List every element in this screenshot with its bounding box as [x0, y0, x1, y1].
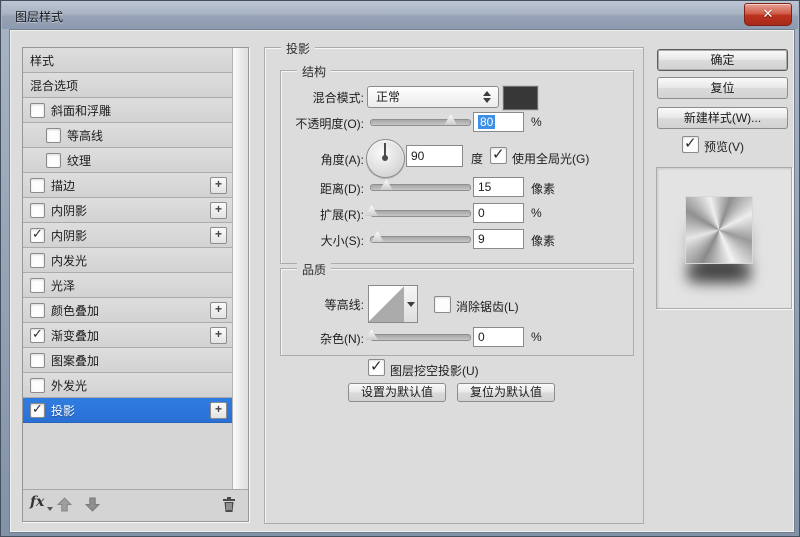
effect-label: 内发光 [51, 253, 88, 268]
global-light-label: 使用全局光(G) [512, 152, 590, 166]
effect-checkbox[interactable] [46, 152, 61, 168]
spread-unit: % [531, 206, 542, 220]
spread-input[interactable]: 0 [473, 203, 524, 223]
sidebar-item-inner-glow[interactable]: 内发光 [23, 248, 233, 273]
effect-checkbox[interactable] [30, 177, 45, 193]
global-light-checkbox[interactable] [490, 145, 507, 164]
size-label: 大小(S): [320, 234, 364, 248]
noise-label: 杂色(N): [320, 332, 364, 346]
sidebar-item-styles[interactable]: 样式 [23, 48, 233, 73]
noise-slider[interactable] [365, 329, 471, 341]
opacity-unit: % [531, 115, 542, 129]
preview-label: 预览(V) [704, 140, 744, 154]
add-effect-icon[interactable]: + [210, 401, 227, 419]
contour-picker[interactable] [368, 285, 418, 323]
effect-checkbox[interactable] [30, 102, 45, 118]
reset-button[interactable]: 复位 [657, 77, 788, 99]
opacity-input[interactable]: 80 [473, 112, 524, 132]
panel-title: 投影 [281, 40, 316, 57]
sidebar-item-outer-glow[interactable]: 外发光 [23, 373, 233, 398]
dialog-body: 样式混合选项斜面和浮雕等高线纹理描边+内阴影+内阴影+内发光光泽颜色叠加+渐变叠… [9, 29, 795, 533]
antialias-checkbox[interactable] [434, 296, 451, 313]
layer-knockout-label: 图层挖空投影(U) [390, 364, 479, 378]
move-effect-up-icon[interactable] [57, 497, 72, 512]
chevron-down-icon [407, 302, 415, 307]
move-effect-down-icon[interactable] [85, 497, 100, 512]
spread-label: 扩展(R): [320, 208, 364, 222]
sidebar-item-pattern-overlay[interactable]: 图案叠加 [23, 348, 233, 373]
size-unit: 像素 [531, 234, 556, 248]
effect-checkbox[interactable] [30, 352, 45, 368]
opacity-label: 不透明度(O): [295, 117, 364, 131]
contour-label: 等高线: [324, 298, 364, 312]
effect-label: 光泽 [51, 278, 76, 293]
spread-slider[interactable] [365, 205, 471, 217]
preview-thumbnail [685, 196, 753, 264]
distance-label: 距离(D): [320, 182, 364, 196]
distance-input[interactable]: 15 [473, 177, 524, 197]
blend-mode-select[interactable]: 正常 [367, 86, 499, 108]
effect-checkbox[interactable] [30, 277, 45, 293]
contour-thumbnail [369, 286, 405, 322]
effect-label: 外发光 [51, 378, 88, 393]
chevron-down-icon [47, 507, 53, 511]
noise-unit: % [531, 330, 542, 344]
style-preview-panel [656, 167, 792, 309]
structure-legend: 结构 [297, 63, 332, 80]
preview-checkbox[interactable] [682, 134, 699, 153]
effect-checkbox[interactable] [30, 377, 45, 393]
quality-legend: 品质 [297, 261, 332, 278]
effect-label: 样式 [30, 53, 55, 68]
close-icon[interactable]: ✕ [744, 3, 792, 26]
noise-input[interactable]: 0 [473, 327, 524, 347]
updown-arrows-icon [483, 91, 491, 103]
layer-style-dialog: 图层样式 ✕ 样式混合选项斜面和浮雕等高线纹理描边+内阴影+内阴影+内发光光泽颜… [0, 0, 800, 537]
titlebar[interactable]: 图层样式 ✕ [2, 1, 798, 29]
make-default-button[interactable]: 设置为默认值 [348, 383, 446, 402]
dialog-title: 图层样式 [15, 10, 64, 24]
sidebar-toolbar: fx [23, 489, 248, 521]
effect-checkbox[interactable] [30, 326, 45, 343]
distance-unit: 像素 [531, 182, 556, 196]
angle-label: 角度(A): [320, 153, 364, 167]
effect-checkbox[interactable] [30, 302, 45, 318]
preview-drop-shadow [687, 264, 751, 282]
contour-dropdown-button[interactable] [404, 286, 417, 322]
antialias-label: 消除锯齿(L) [456, 300, 519, 314]
size-input[interactable]: 9 [473, 229, 524, 249]
ok-button[interactable]: 确定 [657, 49, 788, 71]
effect-label: 投影 [51, 403, 76, 418]
new-style-button[interactable]: 新建样式(W)... [657, 107, 788, 129]
effect-checkbox[interactable] [46, 127, 61, 143]
size-slider[interactable] [370, 231, 471, 243]
fx-menu-button[interactable]: fx [30, 494, 44, 510]
angle-dial[interactable] [366, 139, 405, 178]
shadow-color-swatch[interactable] [503, 86, 538, 110]
effect-label: 图案叠加 [51, 353, 100, 368]
opacity-slider[interactable] [370, 114, 471, 126]
layer-knockout-checkbox[interactable] [368, 357, 385, 376]
blend-mode-label: 混合模式: [312, 91, 364, 105]
sidebar-item-satin[interactable]: 光泽 [23, 273, 233, 298]
trash-icon[interactable] [222, 497, 236, 512]
distance-slider[interactable] [370, 179, 471, 191]
sidebar-item-drop-shadow[interactable]: 投影 + [23, 398, 233, 423]
angle-unit: 度 [471, 152, 484, 166]
angle-hub [382, 155, 388, 161]
reset-default-button[interactable]: 复位为默认值 [457, 383, 555, 402]
effect-checkbox[interactable] [30, 226, 45, 243]
blend-mode-value: 正常 [376, 90, 401, 104]
angle-input[interactable]: 90 [406, 145, 463, 167]
effect-checkbox[interactable] [30, 401, 45, 418]
effect-checkbox[interactable] [30, 202, 45, 218]
effect-checkbox[interactable] [30, 252, 45, 268]
